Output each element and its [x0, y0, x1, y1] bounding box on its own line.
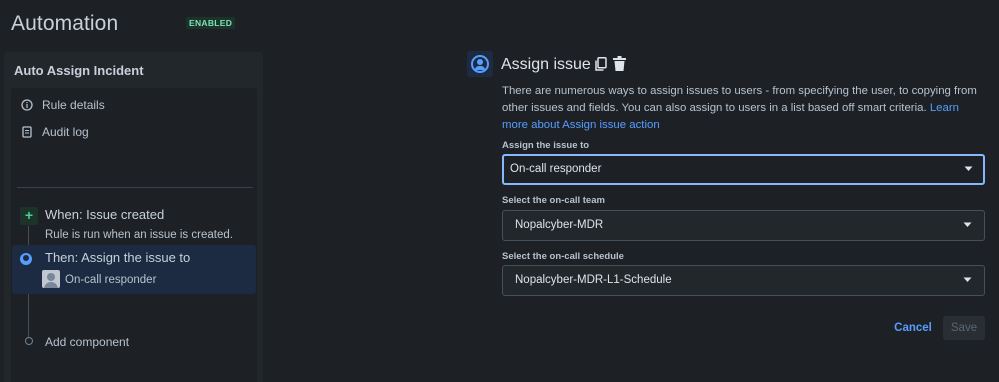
trigger-subtitle: Rule is run when an issue is created. — [45, 229, 233, 241]
timeline-line — [28, 294, 29, 337]
user-circle-icon — [467, 51, 493, 77]
save-button[interactable]: Save — [943, 316, 985, 340]
nav-audit-log-label: Audit log — [42, 125, 89, 139]
trash-icon[interactable] — [613, 56, 626, 71]
on-call-team-label: Select the on-call team — [502, 195, 605, 206]
plus-icon: + — [20, 207, 38, 225]
chevron-down-icon — [963, 222, 972, 227]
trigger-step[interactable]: When: Issue created Rule is run when an … — [45, 207, 233, 241]
description-text: There are numerous ways to assign issues… — [502, 85, 977, 114]
panel-title: Assign issue — [501, 56, 591, 73]
info-icon — [21, 99, 33, 111]
rule-sidebar: Auto Assign Incident Rule details Audit … — [4, 52, 263, 382]
assign-to-label: Assign the issue to — [502, 140, 590, 151]
add-component-label: Add component — [45, 335, 130, 349]
page-title: Automation — [11, 12, 119, 35]
on-call-schedule-label: Select the on-call schedule — [502, 251, 624, 262]
rule-name: Auto Assign Incident — [14, 63, 144, 78]
user-circle-icon — [20, 253, 32, 265]
nav-rule-details-label: Rule details — [42, 98, 105, 112]
on-call-team-select[interactable]: Nopalcyber-MDR — [502, 210, 985, 241]
chevron-down-icon — [964, 166, 973, 171]
on-call-team-value: Nopalcyber-MDR — [515, 219, 604, 231]
add-dot-icon — [25, 337, 33, 345]
on-call-schedule-value: Nopalcyber-MDR-L1-Schedule — [515, 274, 672, 286]
action-title: Then: Assign the issue to — [45, 250, 191, 265]
action-step[interactable]: Then: Assign the issue to On-call respon… — [12, 245, 256, 294]
chevron-down-icon — [963, 277, 972, 282]
status-badge: ENABLED — [186, 17, 236, 29]
divider — [17, 187, 253, 188]
nav-rule-details[interactable]: Rule details — [21, 98, 105, 112]
copy-icon[interactable] — [595, 57, 607, 71]
assign-to-value: On-call responder — [510, 163, 602, 175]
panel-description: There are numerous ways to assign issues… — [502, 83, 977, 134]
action-assignee: On-call responder — [65, 274, 157, 286]
on-call-schedule-select[interactable]: Nopalcyber-MDR-L1-Schedule — [502, 265, 985, 296]
add-component-button[interactable]: Add component — [45, 335, 129, 349]
document-icon — [22, 126, 32, 138]
nav-audit-log[interactable]: Audit log — [21, 125, 89, 139]
avatar — [42, 270, 60, 288]
cancel-button[interactable]: Cancel — [889, 316, 937, 340]
rule-components: Rule details Audit log + When: Issue cre… — [11, 88, 257, 382]
trigger-title: When: Issue created — [45, 207, 165, 222]
assign-to-select[interactable]: On-call responder — [502, 154, 985, 185]
automation-page: Automation ENABLED Auto Assign Incident … — [0, 0, 999, 382]
